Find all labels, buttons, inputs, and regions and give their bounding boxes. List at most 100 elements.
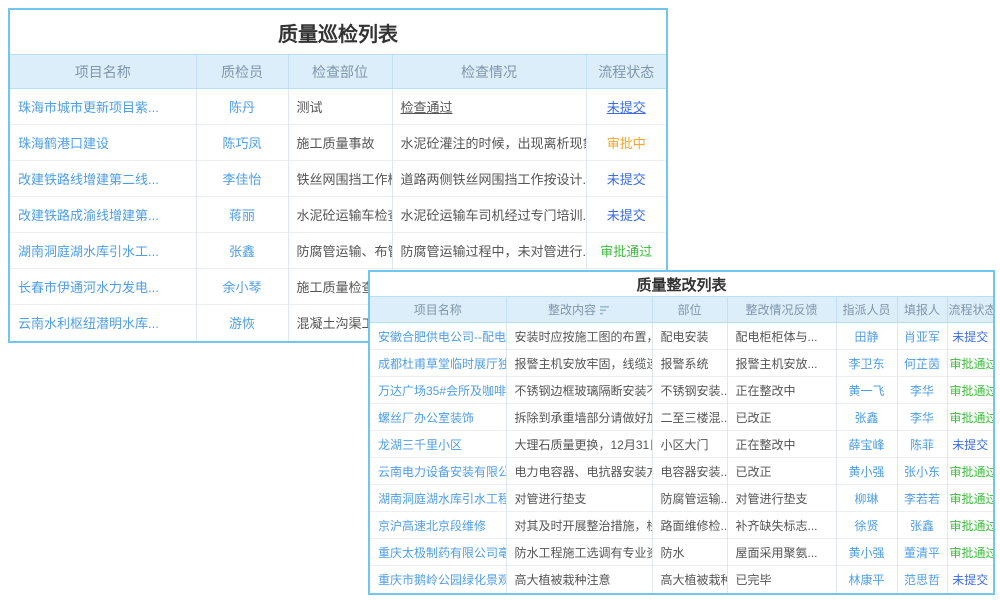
project-link[interactable]: 长春市伊通河水力发电... [18,280,159,295]
inspection-part-cell: 防腐管运输、布管 [288,233,392,269]
situation-text: 水泥砼运输车司机经过专门培训... [401,208,587,223]
project-link[interactable]: 改建铁路成渝线增建第... [18,208,159,223]
assignee-link[interactable]: 林康平 [848,573,884,587]
project-link[interactable]: 珠海鹤港口建设 [18,136,109,151]
column-header: 整改情况反馈 [727,297,836,323]
status-badge[interactable]: 未提交 [607,100,646,115]
assignee-link[interactable]: 张鑫 [854,411,878,425]
assignee-link[interactable]: 薛宝峰 [848,438,884,452]
column-header-label: 质检员 [221,64,263,80]
column-header-label: 填报人 [904,303,940,317]
inspector-link[interactable]: 陈巧凤 [222,136,261,151]
inspector-link[interactable]: 余小琴 [222,280,261,295]
project-link[interactable]: 改建铁路线增建第二线... [18,172,159,187]
reporter-link[interactable]: 范思哲 [904,573,940,587]
status-badge[interactable]: 审批通过 [950,357,994,371]
reporter-link[interactable]: 张小东 [904,465,940,479]
part-cell: 不锈钢安装... [652,377,727,404]
column-header-label: 检查情况 [461,64,517,80]
status-badge[interactable]: 审批中 [607,136,646,151]
reporter-link[interactable]: 何芷茵 [904,357,940,371]
status-badge[interactable]: 审批通过 [950,384,994,398]
project-link[interactable]: 成都杜甫草堂临时展厅独立展... [378,357,506,371]
status-badge[interactable]: 审批通过 [600,244,652,259]
project-link[interactable]: 重庆太极制药有限公司亳州中... [378,546,506,560]
project-link[interactable]: 湖南洞庭湖水库引水工... [18,244,159,259]
reporter-link[interactable]: 董清平 [904,546,940,560]
reporter-link[interactable]: 李若若 [904,492,940,506]
rectify-content-cell: 大理石质量更换，12月31日之... [506,431,652,458]
table-row: 成都杜甫草堂临时展厅独立展...报警主机安放牢固，线缆连接...报警系统报警主机… [370,350,993,377]
project-link[interactable]: 云南电力设备安装有限公司20... [378,465,506,479]
inspection-list-title: 质量巡检列表 [10,10,666,54]
project-link[interactable]: 湖南洞庭湖水库引水工程施工1标 [378,492,506,506]
feedback-cell: 已完毕 [727,566,836,593]
inspector-link[interactable]: 李佳怡 [222,172,261,187]
reporter-link[interactable]: 张鑫 [910,519,934,533]
assignee-link[interactable]: 黄一飞 [848,384,884,398]
assignee-link[interactable]: 黄小强 [848,465,884,479]
column-header[interactable]: 整改内容 [506,297,652,323]
reporter-link[interactable]: 李华 [910,411,934,425]
status-badge[interactable]: 审批通过 [950,465,994,479]
column-header-label: 流程状态 [949,303,994,317]
inspector-link[interactable]: 陈丹 [229,100,255,115]
inspection-situation-cell: 水泥砼灌注的时候，出现离析现象 [392,125,586,161]
feedback-cell: 配电柜柜体与... [727,323,836,350]
column-header-label: 整改情况反馈 [745,303,817,317]
feedback-cell: 补齐缺失标志... [727,512,836,539]
project-link[interactable]: 龙湖三千里小区 [378,438,462,452]
table-row: 万达广场35#会所及咖啡厅空...不锈钢边框玻璃隔断安装不牢...不锈钢安装..… [370,377,993,404]
project-link[interactable]: 云南水利枢纽潜明水库... [18,316,159,331]
rectification-header-row: 项目名称整改内容部位整改情况反馈指派人员填报人流程状态 [370,297,993,323]
rectify-content-cell: 拆除到承重墙部分请做好加固... [506,404,652,431]
column-header: 流程状态 [586,55,666,89]
column-header-label: 项目名称 [75,64,131,80]
project-link[interactable]: 京沪高速北京段维修 [378,519,486,533]
column-header: 检查部位 [288,55,392,89]
rectification-table: 项目名称整改内容部位整改情况反馈指派人员填报人流程状态 安徽合肥供电公司--配电… [370,296,993,593]
assignee-link[interactable]: 徐贤 [854,519,878,533]
table-row: 重庆市鹅岭公园绿化景观提升...高大植被栽种注意高大植被栽种已完毕林康平 范思哲未… [370,566,993,593]
status-badge[interactable]: 审批通过 [950,492,994,506]
assignee-link[interactable]: 李卫东 [848,357,884,371]
status-badge[interactable]: 未提交 [607,208,646,223]
inspection-header-row: 项目名称 质检员 检查部位 检查情况 流程状态 [10,55,666,89]
column-header-label: 指派人员 [842,303,890,317]
assignee-link[interactable]: 黄小强 [848,546,884,560]
feedback-cell: 报警主机安放... [727,350,836,377]
project-link[interactable]: 万达广场35#会所及咖啡厅空... [378,384,506,398]
inspection-part-cell: 铁丝网围挡工作检查 [288,161,392,197]
status-badge[interactable]: 未提交 [952,330,988,344]
status-badge[interactable]: 未提交 [952,573,988,587]
assignee-link[interactable]: 柳琳 [854,492,878,506]
feedback-cell: 正在整改中 [727,377,836,404]
rectification-list-title: 质量整改列表 [370,272,993,296]
status-badge[interactable]: 审批通过 [950,519,994,533]
table-row: 安徽合肥供电公司--配电设备...安装时应按施工图的布置，将...配电安装配电柜… [370,323,993,350]
status-badge[interactable]: 审批通过 [950,411,994,425]
feedback-cell: 已改正 [727,458,836,485]
inspector-link[interactable]: 张鑫 [229,244,255,259]
reporter-link[interactable]: 肖亚军 [904,330,940,344]
status-badge[interactable]: 未提交 [607,172,646,187]
project-link[interactable]: 螺丝厂办公室装饰 [378,411,474,425]
status-badge[interactable]: 未提交 [952,438,988,452]
assignee-link[interactable]: 田静 [854,330,878,344]
part-cell: 高大植被栽种 [652,566,727,593]
project-link[interactable]: 重庆市鹅岭公园绿化景观提升... [378,573,506,587]
part-cell: 二至三楼混... [652,404,727,431]
table-row: 云南电力设备安装有限公司20...电力电容器、电抗器安装方案...电容器安装..… [370,458,993,485]
reporter-link[interactable]: 陈菲 [910,438,934,452]
sort-icon [600,306,610,315]
situation-text: 水泥砼灌注的时候，出现离析现象 [401,136,587,151]
rectify-content-cell: 不锈钢边框玻璃隔断安装不牢... [506,377,652,404]
reporter-link[interactable]: 李华 [910,384,934,398]
rectify-content-cell: 高大植被栽种注意 [506,566,652,593]
rectification-list-panel: 质量整改列表 项目名称整改内容部位整改情况反馈指派人员填报人流程状态 安徽合肥供… [368,270,995,595]
status-badge[interactable]: 审批通过 [950,546,994,560]
inspector-link[interactable]: 游恢 [229,316,255,331]
project-link[interactable]: 安徽合肥供电公司--配电设备... [378,330,506,344]
inspector-link[interactable]: 蒋丽 [229,208,255,223]
project-link[interactable]: 珠海市城市更新项目紫... [18,100,159,115]
